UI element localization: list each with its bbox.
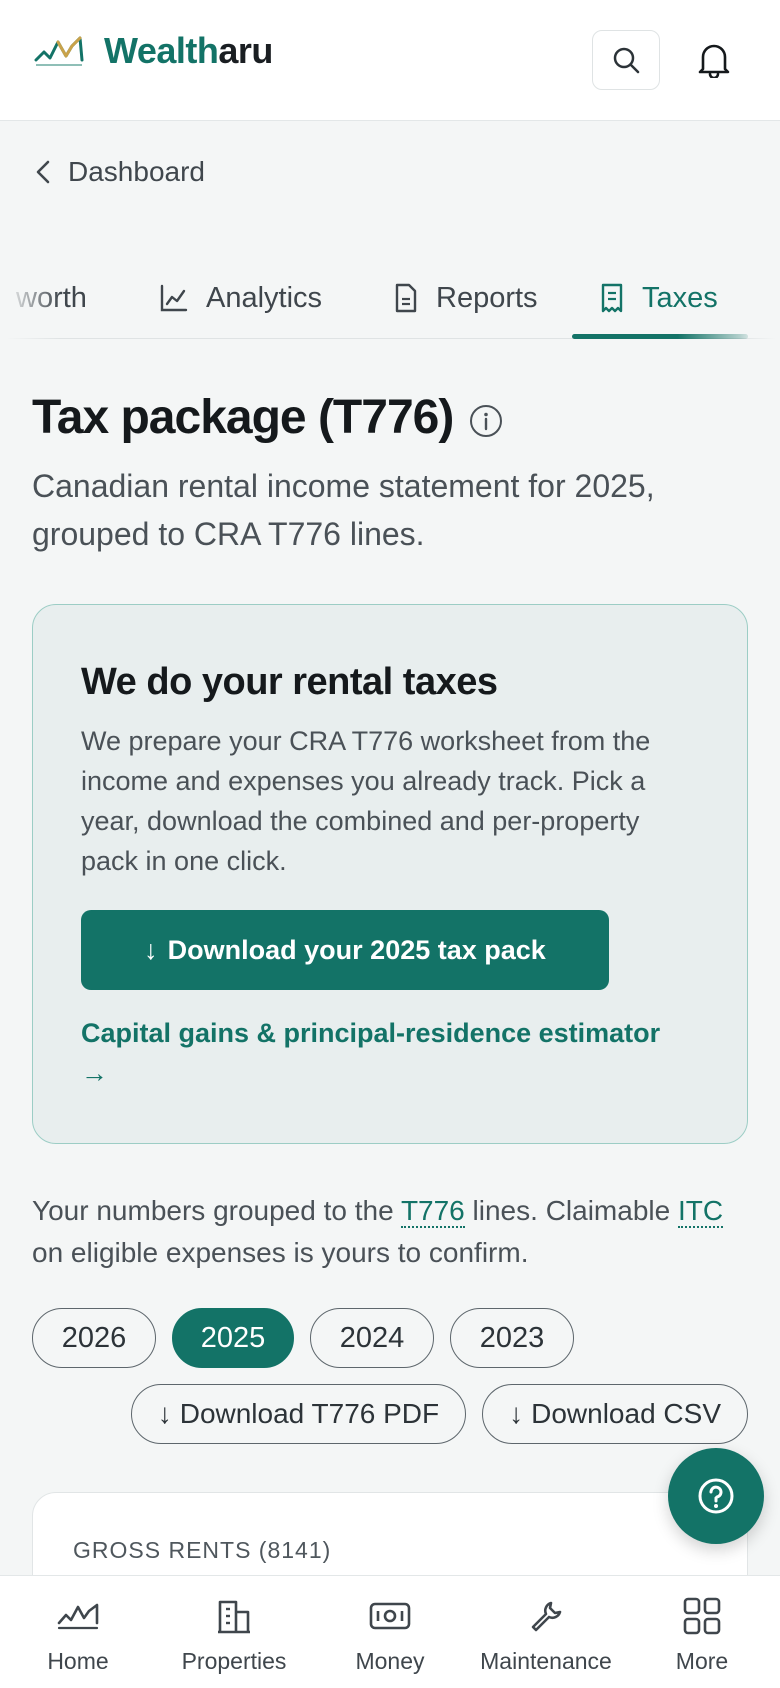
- download-tax-pack-label: Download your 2025 tax pack: [167, 934, 546, 965]
- arrow-down-icon: ↓: [144, 934, 158, 965]
- home-chart-icon: [57, 1603, 99, 1630]
- bottom-navigation: Home Properties Money Maintenance More: [0, 1575, 780, 1688]
- info-icon[interactable]: [469, 404, 503, 438]
- gross-rents-label: GROSS RENTS (8141): [73, 1537, 332, 1563]
- nav-label: Money: [355, 1648, 425, 1674]
- t776-term-link[interactable]: T776: [400, 1195, 465, 1228]
- page-title-text: Tax package (T776): [32, 391, 454, 444]
- download-csv-label: Download CSV: [531, 1398, 721, 1429]
- year-pill-2024[interactable]: 2024: [310, 1308, 434, 1368]
- brand-name-part2: aru: [218, 30, 273, 71]
- building-icon: [218, 1600, 250, 1634]
- wrench-icon: [531, 1601, 562, 1632]
- download-t776-pdf-button[interactable]: ↓ Download T776 PDF: [130, 1384, 467, 1444]
- search-icon: [613, 47, 640, 74]
- tab-analytics[interactable]: Analytics: [160, 275, 322, 321]
- help-button[interactable]: [668, 1448, 764, 1544]
- card-description: We prepare your CRA T776 worksheet from …: [81, 726, 651, 876]
- download-csv-button[interactable]: ↓ Download CSV: [482, 1384, 748, 1444]
- nav-label: Home: [47, 1648, 109, 1674]
- note-text: lines. Claimable: [464, 1195, 678, 1226]
- tab-reports[interactable]: Reports: [394, 275, 538, 321]
- nav-more[interactable]: More: [624, 1576, 780, 1688]
- rental-taxes-card: We do your rental taxes We prepare your …: [32, 604, 748, 1144]
- nav-maintenance[interactable]: Maintenance: [468, 1576, 624, 1688]
- capital-gains-estimator-link[interactable]: Capital gains & principal-residence esti…: [81, 1013, 711, 1093]
- download-actions: ↓ Download T776 PDF ↓ Download CSV: [115, 1384, 748, 1444]
- nav-properties[interactable]: Properties: [156, 1576, 312, 1688]
- note-text: Your numbers grouped to the: [32, 1195, 401, 1226]
- notifications-button[interactable]: [684, 30, 744, 90]
- card-title: We do your rental taxes: [81, 661, 498, 703]
- tab-label: Reports: [436, 281, 538, 314]
- download-pdf-label: Download T776 PDF: [179, 1398, 440, 1429]
- arrow-right-icon: →: [81, 1058, 108, 1088]
- receipt-icon: [601, 283, 623, 313]
- arrow-down-icon: ↓: [157, 1398, 172, 1429]
- year-pill-2025[interactable]: 2025: [172, 1308, 294, 1368]
- nav-label: More: [675, 1648, 729, 1674]
- document-icon: [395, 283, 417, 313]
- banknote-icon: [369, 1602, 411, 1630]
- tab-label: Taxes: [642, 281, 718, 314]
- chevron-left-icon: [36, 160, 50, 184]
- nav-label: Maintenance: [480, 1648, 612, 1674]
- capital-gains-link-label: Capital gains & principal-residence esti…: [81, 1018, 661, 1048]
- help-circle-icon: [698, 1478, 734, 1514]
- nav-home[interactable]: Home: [0, 1576, 156, 1688]
- bell-icon: [698, 44, 730, 78]
- mountain-logo-icon[interactable]: [34, 34, 84, 68]
- year-pill-2023[interactable]: 2023: [450, 1308, 574, 1368]
- tab-label: Analytics: [206, 281, 323, 314]
- brand-name-part1: Wealth: [104, 30, 219, 71]
- year-pill-2026[interactable]: 2026: [32, 1308, 156, 1368]
- back-link-label: Dashboard: [68, 156, 205, 187]
- page-title: Tax package (T776): [32, 390, 503, 445]
- nav-label: Properties: [181, 1648, 287, 1674]
- tab-taxes[interactable]: Taxes: [600, 275, 718, 321]
- top-bar: Wealtharu: [0, 0, 780, 121]
- grid-icon: [683, 1597, 721, 1635]
- download-tax-pack-button[interactable]: ↓ Download your 2025 tax pack: [81, 910, 609, 990]
- tabs-fade-left: [0, 255, 60, 339]
- note-text: on eligible expenses is yours to confirm…: [32, 1237, 529, 1268]
- section-tabs: worth Analytics Reports Taxes: [0, 255, 780, 339]
- active-tab-indicator: [572, 334, 748, 339]
- year-selector: 2026 2025 2024 2023: [32, 1308, 590, 1368]
- itc-term-link[interactable]: ITC: [677, 1195, 724, 1228]
- search-button[interactable]: [592, 30, 660, 90]
- grouping-note: Your numbers grouped to the T776 lines. …: [32, 1190, 752, 1274]
- brand-name[interactable]: Wealtharu: [104, 30, 273, 72]
- back-to-dashboard-link[interactable]: Dashboard: [36, 156, 205, 188]
- nav-money[interactable]: Money: [312, 1576, 468, 1688]
- tabs-fade-right: [740, 255, 780, 339]
- line-chart-icon: [160, 284, 188, 312]
- arrow-down-icon: ↓: [509, 1398, 524, 1429]
- page-subtitle: Canadian rental income statement for 202…: [32, 468, 655, 552]
